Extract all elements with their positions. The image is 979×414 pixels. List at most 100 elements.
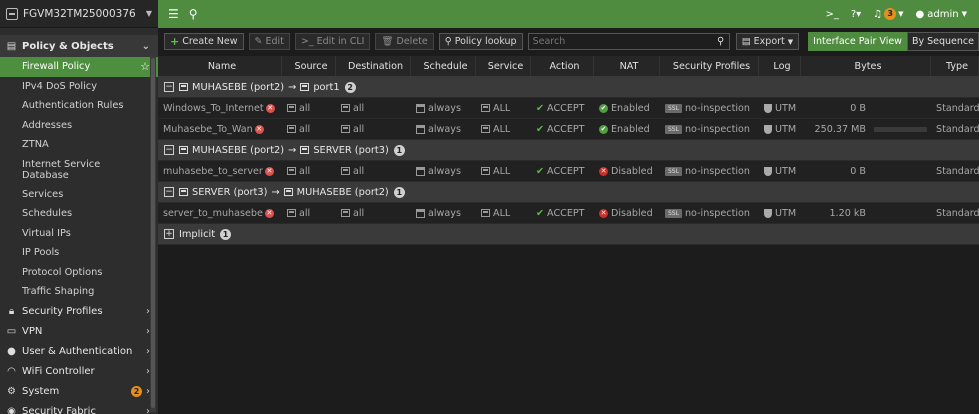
sidebar-item-authentication-rules[interactable]: Authentication Rules: [0, 96, 158, 116]
collapse-icon[interactable]: −: [164, 187, 174, 197]
calendar-icon: [416, 166, 425, 176]
shield-icon: [764, 124, 772, 134]
column-header-security-profiles[interactable]: Security Profiles: [660, 56, 759, 76]
collapse-icon[interactable]: −: [164, 82, 174, 92]
policy-profile: no-inspection: [684, 102, 750, 114]
user-menu[interactable]: ● admin ▼: [916, 9, 967, 20]
policy-service: ALL: [493, 165, 511, 177]
column-header-destination[interactable]: Destination: [336, 56, 411, 76]
ssl-badge: SSL: [665, 124, 682, 134]
address-icon: [341, 209, 350, 217]
policy-schedule: always: [428, 123, 461, 135]
group-count-badge: 2: [344, 81, 356, 93]
policy-name: server_to_muhasebe: [163, 207, 263, 219]
policy-destination: all: [353, 102, 365, 114]
sidebar: FGVM32TM25000376 ▼ ▤ Policy & Objects ⌄ …: [0, 0, 158, 414]
column-header-service[interactable]: Service: [476, 56, 531, 76]
sidebar-section-label: WiFi Controller: [22, 366, 95, 377]
cli-console-icon[interactable]: >_: [825, 9, 838, 20]
delete-label: Delete: [396, 36, 428, 47]
interface-pair-group[interactable]: − SERVER (port3) → MUHASEBE (port2) 1: [158, 182, 979, 203]
search-icon[interactable]: ⚲: [189, 7, 198, 21]
sidebar-item-addresses[interactable]: Addresses: [0, 116, 158, 136]
edit-in-cli-button[interactable]: >_ Edit in CLI: [294, 33, 371, 50]
sidebar-section-security-fabric[interactable]: ◉ Security Fabric ›: [0, 402, 158, 414]
column-header-type[interactable]: Type: [931, 56, 979, 76]
check-icon: ✔: [536, 102, 545, 114]
sidebar-item-protocol-options[interactable]: Protocol Options: [0, 263, 158, 283]
sidebar-item-ipv4-dos-policy[interactable]: IPv4 DoS Policy: [0, 77, 158, 97]
interface-pair-group[interactable]: − MUHASEBE (port2) → SERVER (port3) 1: [158, 140, 979, 161]
notification-count-badge: 3: [884, 8, 897, 20]
policy-nat: Enabled: [611, 102, 650, 114]
sidebar-section-policy-objects[interactable]: ▤ Policy & Objects ⌄: [0, 35, 158, 57]
sidebar-item-firewall-policy[interactable]: Firewall Policy ☆: [0, 57, 158, 77]
group-count-badge: 1: [220, 228, 232, 240]
column-header-bytes[interactable]: Bytes: [801, 56, 931, 76]
sidebar-item-schedules[interactable]: Schedules: [0, 204, 158, 224]
column-header-schedule[interactable]: Schedule: [411, 56, 476, 76]
device-name: FGVM32TM25000376: [23, 7, 136, 20]
column-header-nat[interactable]: NAT: [594, 56, 660, 76]
sidebar-item-internet-service-database[interactable]: Internet Service Database: [0, 155, 158, 185]
device-selector[interactable]: FGVM32TM25000376 ▼: [0, 0, 158, 28]
sidebar-item-label: Traffic Shaping: [22, 286, 95, 298]
interface-pair-view-button[interactable]: Interface Pair View: [808, 32, 907, 51]
by-sequence-button[interactable]: By Sequence: [906, 32, 979, 51]
edit-button[interactable]: ✎ Edit: [248, 33, 290, 50]
sidebar-section-wifi-controller[interactable]: ◠ WiFi Controller ›: [0, 362, 158, 382]
policy-log: UTM: [775, 123, 797, 135]
column-header-name[interactable]: Name: [158, 56, 282, 76]
collapse-icon[interactable]: −: [164, 145, 174, 155]
column-header-log[interactable]: Log: [759, 56, 801, 76]
column-header-source[interactable]: Source: [282, 56, 336, 76]
lock-icon: 🔒︎: [8, 306, 15, 317]
interface-pair-group[interactable]: − MUHASEBE (port2) → port1 2: [158, 77, 979, 98]
search-input[interactable]: [528, 34, 713, 49]
star-icon[interactable]: ☆: [140, 60, 150, 73]
help-icon[interactable]: ?▾: [851, 9, 861, 20]
source-interface: MUHASEBE (port2): [192, 144, 285, 156]
shield-icon: [764, 103, 772, 113]
group-count-badge: 1: [393, 144, 405, 156]
sidebar-item-virtual-ips[interactable]: Virtual IPs: [0, 224, 158, 244]
sidebar-scrollbar[interactable]: [150, 56, 156, 412]
table-row[interactable]: server_to_muhasebe ✕ all all always ALL ✔…: [158, 203, 979, 224]
system-badge: 2: [131, 386, 142, 397]
sidebar-section-security-profiles[interactable]: 🔒︎ Security Profiles ›: [0, 302, 158, 322]
export-button[interactable]: ▤ Export ▼: [735, 33, 800, 50]
menu-icon[interactable]: ☰: [168, 7, 179, 21]
sidebar-item-traffic-shaping[interactable]: Traffic Shaping: [0, 282, 158, 302]
policy-service: ALL: [493, 123, 511, 135]
destination-interface: port1: [313, 81, 340, 93]
scrollbar-thumb[interactable]: [151, 58, 155, 408]
policy-lookup-button[interactable]: ⚲ Policy lookup: [438, 33, 523, 50]
sidebar-item-ztna[interactable]: ZTNA: [0, 135, 158, 155]
table-row[interactable]: Windows_To_Internet ✕ all all always ALL …: [158, 98, 979, 119]
table-row[interactable]: muhasebe_to_server ✕ all all always ALL ✔…: [158, 161, 979, 182]
implicit-group[interactable]: + Implicit 1: [158, 224, 979, 245]
search-field[interactable]: ⚲: [527, 33, 730, 50]
sidebar-item-ip-pools[interactable]: IP Pools: [0, 243, 158, 263]
sidebar-item-label: Schedules: [22, 208, 73, 220]
delete-button[interactable]: 🗑︎ Delete: [375, 33, 434, 50]
table-row[interactable]: Muhasebe_To_Wan ✕ all all always ALL ✔ ACC…: [158, 119, 979, 140]
sidebar-section-vpn[interactable]: ▭ VPN ›: [0, 322, 158, 342]
edit-label: Edit: [265, 36, 284, 47]
notifications-button[interactable]: ♫ 3 ▼: [873, 8, 904, 20]
expand-icon[interactable]: +: [164, 229, 174, 239]
policy-type: Standard: [936, 102, 979, 114]
create-new-button[interactable]: + Create New: [164, 33, 244, 50]
cli-icon: >_: [300, 36, 314, 47]
arrow-right-icon: →: [288, 144, 297, 156]
column-header-action[interactable]: Action: [531, 56, 594, 76]
sidebar-item-label: Addresses: [22, 119, 73, 131]
search-icon[interactable]: ⚲: [713, 36, 729, 47]
table-header: Name Source Destination Schedule Service…: [158, 56, 979, 77]
policy-profile: no-inspection: [684, 207, 750, 219]
sidebar-section-system[interactable]: ⚙ System 2 ›: [0, 382, 158, 402]
disabled-x-icon: ✕: [265, 103, 275, 113]
sidebar-item-services[interactable]: Services: [0, 185, 158, 205]
sidebar-section-user-authentication[interactable]: ● User & Authentication ›: [0, 342, 158, 362]
policy-nat: Enabled: [611, 123, 650, 135]
